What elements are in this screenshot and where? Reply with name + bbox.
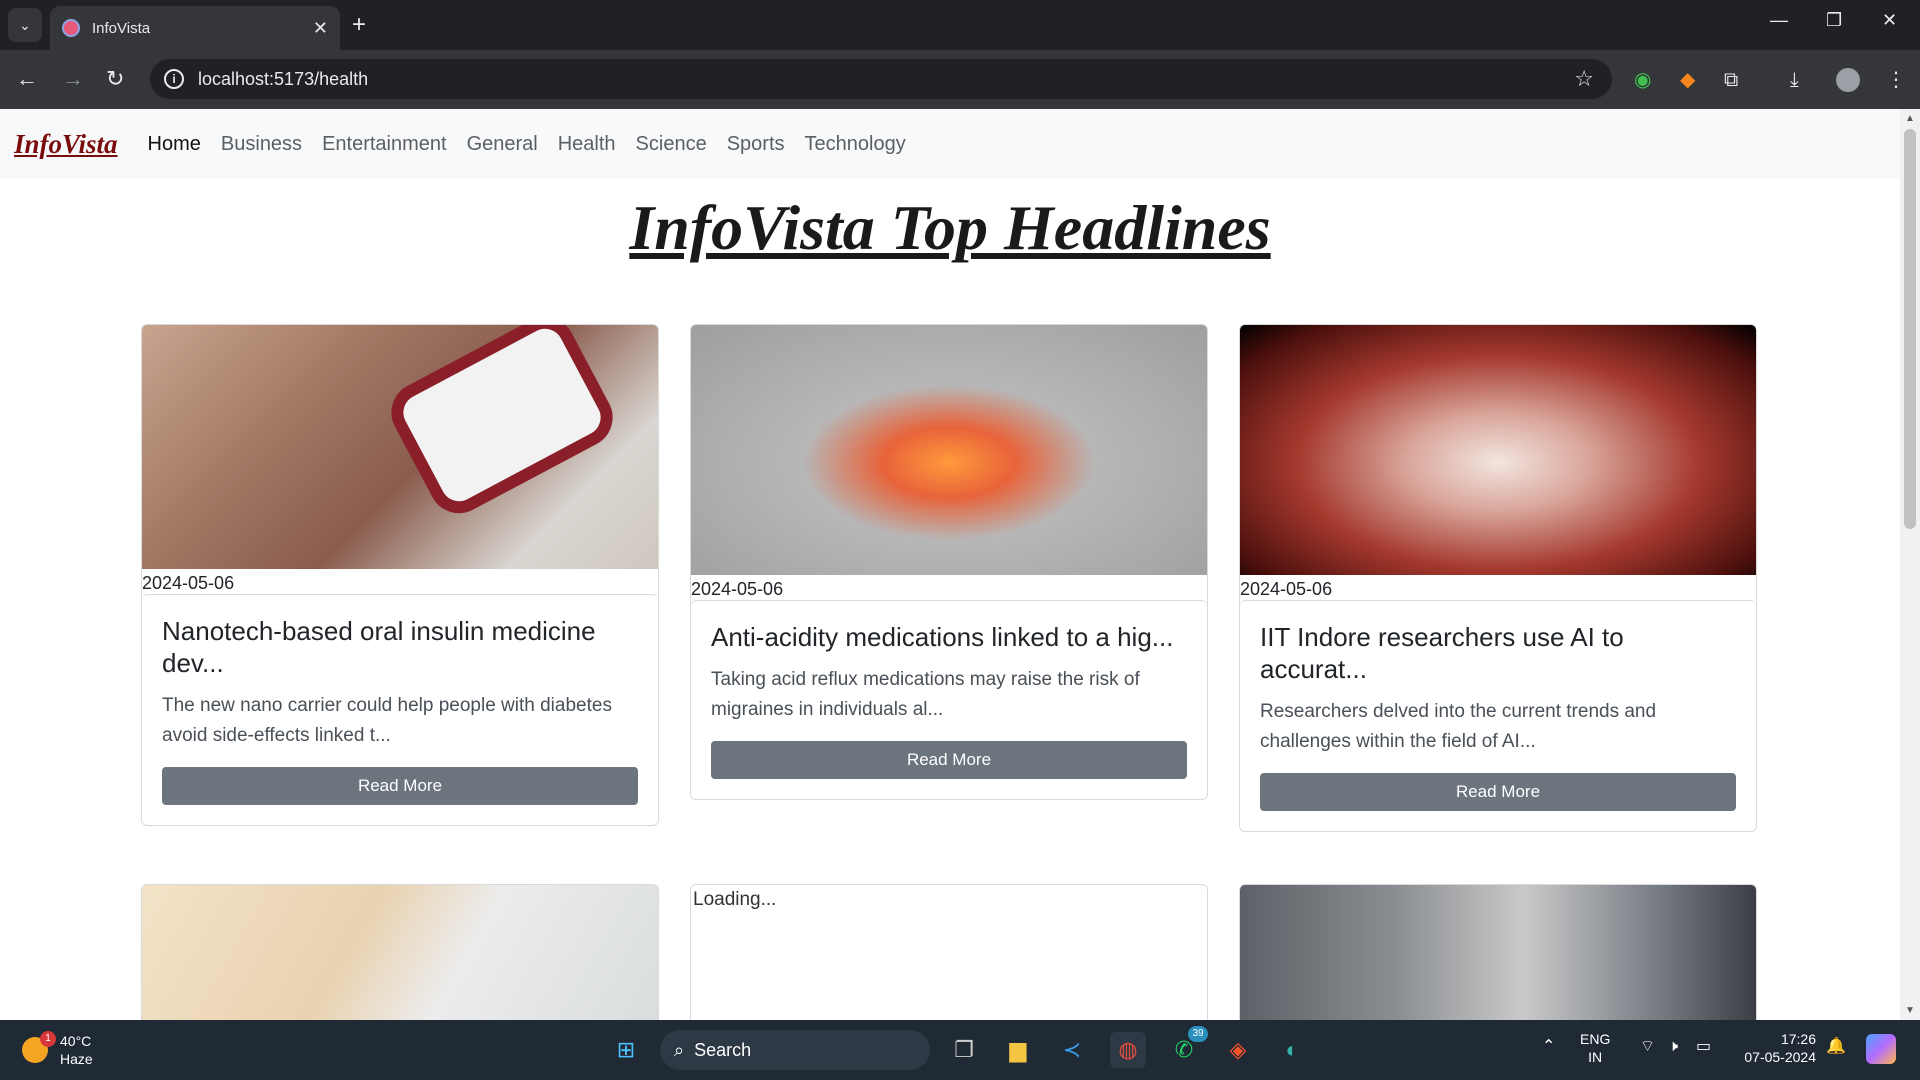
scroll-up-icon[interactable]: ▲ xyxy=(1905,113,1915,124)
restore-icon[interactable]: ❐ xyxy=(1826,10,1842,31)
news-card xyxy=(1239,884,1757,1020)
weather-widget[interactable]: 1 40°C Haze xyxy=(22,1031,93,1068)
edge-icon[interactable]: ◐ xyxy=(1274,1032,1310,1068)
taskbar-search[interactable]: ⌕ Search xyxy=(660,1030,930,1070)
download-icon[interactable]: ⤓ xyxy=(1790,68,1799,92)
browser-tab-bar: ⌄ InfoVista ✕ + — ❐ ✕ xyxy=(0,0,1920,50)
copilot-icon[interactable] xyxy=(1866,1034,1896,1064)
file-explorer-icon[interactable]: ▆ xyxy=(1000,1032,1036,1068)
page-title: InfoVista Top Headlines xyxy=(629,192,1271,263)
read-more-button[interactable]: Read More xyxy=(1260,773,1736,811)
nav-health[interactable]: Health xyxy=(558,133,616,156)
news-image xyxy=(142,325,658,569)
extension-eye-icon[interactable]: ◉ xyxy=(1634,68,1651,92)
news-card xyxy=(141,884,659,1020)
language-indicator[interactable]: ENG IN xyxy=(1580,1030,1610,1066)
scrollbar-thumb[interactable] xyxy=(1904,129,1916,529)
news-image xyxy=(691,325,1207,575)
news-description: Taking acid reflux medications may raise… xyxy=(711,669,1140,720)
news-image xyxy=(1240,325,1756,575)
address-bar[interactable]: i localhost:5173/health ☆ xyxy=(150,59,1612,99)
weather-sun-icon: 1 xyxy=(22,1031,56,1063)
window-close-icon[interactable]: ✕ xyxy=(1882,10,1897,31)
menu-kebab-icon[interactable]: ⋮ xyxy=(1886,68,1906,92)
notification-bell-icon[interactable]: 🔔 xyxy=(1826,1038,1846,1056)
nav-home[interactable]: Home xyxy=(148,133,201,156)
news-image xyxy=(1240,885,1756,1020)
metamask-icon[interactable]: ◆ xyxy=(1680,68,1695,92)
url-text: localhost:5173/health xyxy=(198,68,369,89)
news-date: 2024-05-06 xyxy=(142,573,235,593)
taskbar-search-label: Search xyxy=(694,1039,752,1060)
news-title: Nanotech-based oral insulin medicine dev… xyxy=(162,616,596,678)
search-icon: ⌕ xyxy=(674,1039,685,1060)
task-view-icon[interactable]: ❐ xyxy=(946,1032,982,1068)
news-card: 2024-05-06 Anti-acidity medications link… xyxy=(690,324,1208,800)
news-card: Loading... xyxy=(690,884,1208,1020)
brave-icon[interactable]: ◈ xyxy=(1220,1032,1256,1068)
weather-condition: Haze xyxy=(60,1051,93,1067)
nav-general[interactable]: General xyxy=(467,133,538,156)
news-card: 2024-05-06 IIT Indore researchers use AI… xyxy=(1239,324,1757,832)
glucose-meter-shape xyxy=(380,325,624,524)
wifi-icon[interactable]: ⌔ xyxy=(1640,1038,1655,1056)
weather-temp: 40°C xyxy=(60,1033,92,1049)
nav-technology[interactable]: Technology xyxy=(805,133,906,156)
card-body: Nanotech-based oral insulin medicine dev… xyxy=(142,594,658,825)
news-card: 2024-05-06 Nanotech-based oral insulin m… xyxy=(141,324,659,826)
card-body: IIT Indore researchers use AI to accurat… xyxy=(1240,600,1756,831)
news-description: The new nano carrier could help people w… xyxy=(162,695,612,746)
read-more-button[interactable]: Read More xyxy=(162,767,638,805)
back-icon[interactable]: ← xyxy=(16,64,38,94)
card-body: Anti-acidity medications linked to a hig… xyxy=(691,600,1207,799)
news-date: 2024-05-06 xyxy=(691,579,784,599)
forward-icon[interactable]: → xyxy=(62,64,84,94)
weather-badge: 1 xyxy=(40,1031,56,1047)
browser-toolbar: ← → ↻ i localhost:5173/health ☆ ◉ ◆ ⧉ ⤓ … xyxy=(0,50,1920,109)
clock-date: 07-05-2024 xyxy=(1744,1049,1816,1065)
new-tab-button[interactable]: + xyxy=(352,10,366,40)
windows-start-icon[interactable]: ⊞ xyxy=(608,1032,644,1068)
nav-science[interactable]: Science xyxy=(636,133,707,156)
profile-avatar[interactable] xyxy=(1836,68,1860,92)
site-navbar: InfoVista Home Business Entertainment Ge… xyxy=(0,109,1900,179)
tab-title: InfoVista xyxy=(92,19,151,37)
news-date: 2024-05-06 xyxy=(1240,579,1333,599)
page-viewport: InfoVista Home Business Entertainment Ge… xyxy=(0,109,1900,1020)
news-image xyxy=(142,885,658,1020)
nav-business[interactable]: Business xyxy=(221,133,302,156)
favicon-icon xyxy=(62,19,80,37)
windows-taskbar: 1 40°C Haze ⊞ ⌕ Search ❐ ▆ ≺ ◍ ✆ 39 ◈ ◐ … xyxy=(0,1020,1920,1080)
whatsapp-badge: 39 xyxy=(1188,1026,1208,1042)
extensions-puzzle-icon[interactable]: ⧉ xyxy=(1724,68,1738,92)
read-more-button[interactable]: Read More xyxy=(711,741,1187,779)
minimize-icon[interactable]: — xyxy=(1770,10,1788,31)
clock[interactable]: 17:26 07-05-2024 xyxy=(1736,1030,1816,1066)
image-loading-alt: Loading... xyxy=(693,889,777,910)
show-hidden-icons[interactable]: ⌃ xyxy=(1542,1038,1555,1056)
news-title: IIT Indore researchers use AI to accurat… xyxy=(1260,622,1624,684)
close-tab-icon[interactable]: ✕ xyxy=(313,18,328,39)
nav-entertainment[interactable]: Entertainment xyxy=(322,133,447,156)
clock-time: 17:26 xyxy=(1780,1031,1816,1047)
tab-search-button[interactable]: ⌄ xyxy=(8,8,42,42)
battery-icon[interactable]: ▭ xyxy=(1696,1038,1711,1056)
brand-logo[interactable]: InfoVista xyxy=(14,129,118,160)
volume-muted-icon[interactable]: 🕨 xyxy=(1668,1038,1678,1056)
vscode-icon[interactable]: ≺ xyxy=(1054,1032,1090,1068)
bookmark-star-icon[interactable]: ☆ xyxy=(1574,66,1594,92)
news-description: Researchers delved into the current tren… xyxy=(1260,701,1657,752)
site-info-icon[interactable]: i xyxy=(164,69,184,89)
browser-tab[interactable]: InfoVista ✕ xyxy=(50,6,340,50)
lang-code: ENG xyxy=(1580,1031,1611,1047)
chrome-icon[interactable]: ◍ xyxy=(1110,1032,1146,1068)
lang-region: IN xyxy=(1588,1049,1603,1065)
page-scrollbar[interactable]: ▲ ▼ xyxy=(1900,109,1920,1020)
nav-sports[interactable]: Sports xyxy=(727,133,785,156)
whatsapp-icon[interactable]: ✆ 39 xyxy=(1166,1026,1208,1068)
news-title: Anti-acidity medications linked to a hig… xyxy=(711,622,1174,652)
reload-icon[interactable]: ↻ xyxy=(106,64,124,94)
scroll-down-icon[interactable]: ▼ xyxy=(1905,1005,1915,1016)
